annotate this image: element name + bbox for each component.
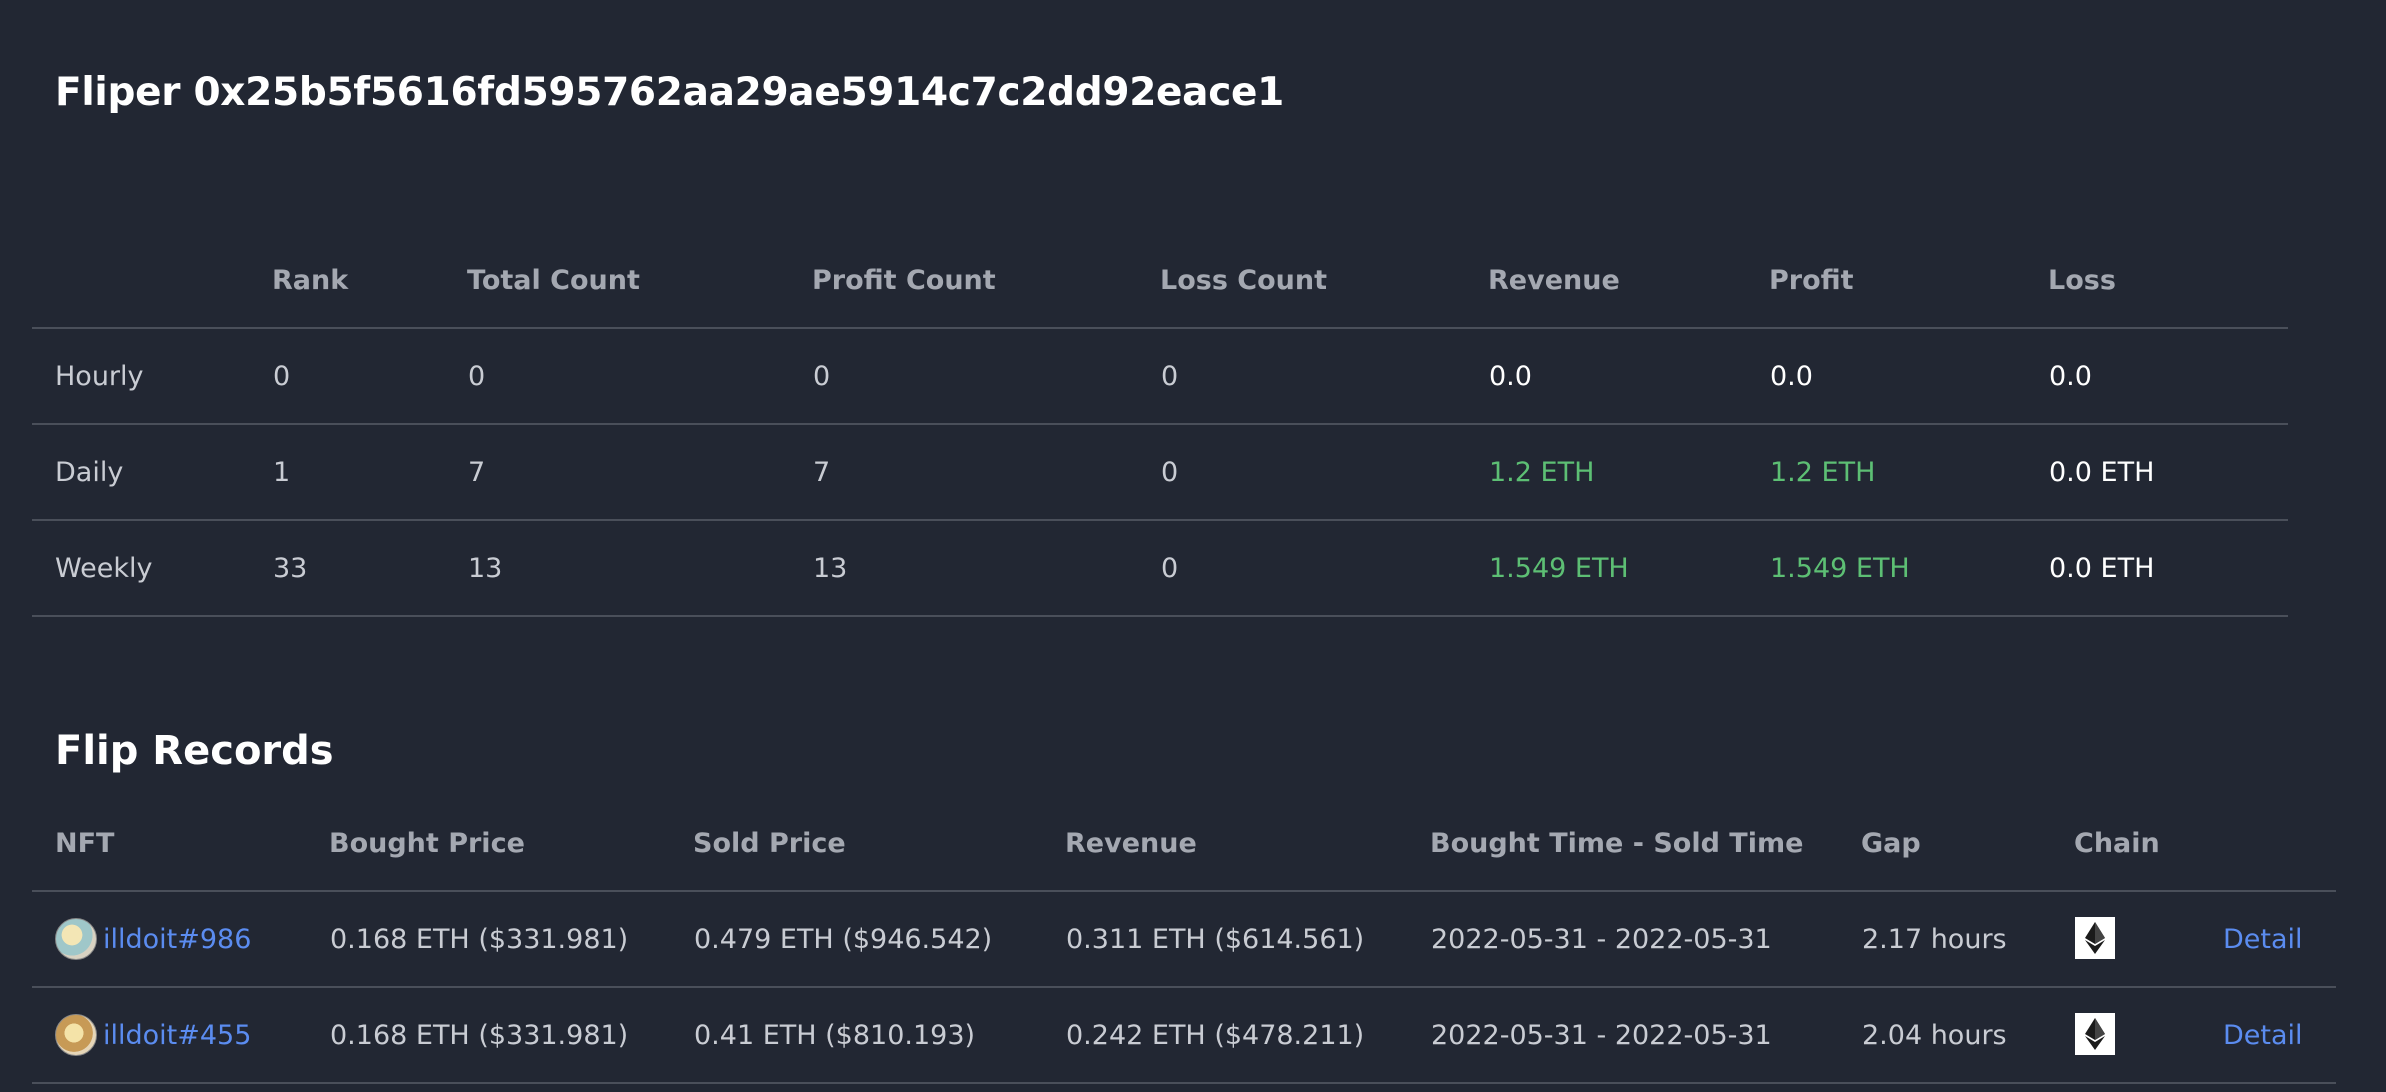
stats-profit-count: 0	[812, 327, 1160, 424]
detail-link[interactable]: Detail	[2222, 986, 2336, 1084]
stats-col-total-count: Total Count	[467, 264, 640, 296]
stats-rank: 33	[272, 519, 467, 617]
stats-header-row: Rank Total Count Profit Count Loss Count…	[32, 233, 2288, 328]
bought-price: 0.168 ETH ($331.981)	[329, 986, 693, 1084]
records-col-bought-price: Bought Price	[329, 827, 525, 859]
stats-rank: 1	[272, 423, 467, 520]
stats-col-profit-count: Profit Count	[812, 264, 996, 296]
stats-profit: 1.2 ETH	[1769, 423, 2048, 520]
stats-rank: 0	[272, 327, 467, 424]
records-col-action	[2222, 796, 2336, 891]
revenue: 0.311 ETH ($614.561)	[1065, 890, 1430, 987]
stats-profit: 0.0	[1769, 327, 2048, 424]
stats-profit: 1.549 ETH	[1769, 519, 2048, 617]
stats-revenue: 1.2 ETH	[1488, 423, 1769, 520]
gap: 2.17 hours	[1861, 890, 2074, 987]
stats-total-count: 0	[467, 327, 812, 424]
records-col-sold-price: Sold Price	[693, 827, 846, 859]
ethereum-icon	[2075, 1013, 2115, 1055]
stats-period: Hourly	[32, 327, 272, 424]
revenue: 0.242 ETH ($478.211)	[1065, 986, 1430, 1084]
stats-table: Rank Total Count Profit Count Loss Count…	[32, 233, 2288, 617]
stats-col-profit: Profit	[1769, 264, 1854, 296]
stats-row-daily: Daily 1 7 7 0 1.2 ETH 1.2 ETH 0.0 ETH	[32, 423, 2288, 520]
stats-loss-count: 0	[1160, 423, 1488, 520]
flip-records-table: NFT Bought Price Sold Price Revenue Boug…	[32, 796, 2336, 1084]
records-col-revenue: Revenue	[1065, 827, 1197, 859]
stats-period: Weekly	[32, 519, 272, 617]
nft-avatar[interactable]	[55, 918, 97, 960]
stats-profit-count: 13	[812, 519, 1160, 617]
stats-total-count: 7	[467, 423, 812, 520]
bought-sold-time: 2022-05-31 - 2022-05-31	[1430, 890, 1861, 987]
stats-loss-count: 0	[1160, 519, 1488, 617]
page-title: Fliper 0x25b5f5616fd595762aa29ae5914c7c2…	[55, 70, 1284, 115]
stats-col-loss: Loss	[2048, 264, 2116, 296]
table-row: illdoit#986 0.168 ETH ($331.981) 0.479 E…	[32, 890, 2336, 987]
chain-cell	[2074, 986, 2222, 1084]
chain-cell	[2074, 890, 2222, 987]
stats-loss: 0.0 ETH	[2048, 423, 2288, 520]
stats-col-loss-count: Loss Count	[1160, 264, 1328, 296]
records-col-gap: Gap	[1861, 827, 1921, 859]
flip-records-title: Flip Records	[55, 728, 334, 774]
stats-loss: 0.0	[2048, 327, 2288, 424]
stats-row-weekly: Weekly 33 13 13 0 1.549 ETH 1.549 ETH 0.…	[32, 519, 2288, 617]
gap: 2.04 hours	[1861, 986, 2074, 1084]
detail-link[interactable]: Detail	[2222, 890, 2336, 987]
stats-col-period	[32, 233, 272, 328]
stats-row-hourly: Hourly 0 0 0 0 0.0 0.0 0.0	[32, 327, 2288, 424]
stats-col-revenue: Revenue	[1488, 264, 1620, 296]
stats-revenue: 0.0	[1488, 327, 1769, 424]
records-col-nft: NFT	[55, 827, 115, 859]
stats-loss-count: 0	[1160, 327, 1488, 424]
records-col-chain: Chain	[2074, 827, 2160, 859]
nft-avatar[interactable]	[55, 1014, 97, 1056]
stats-total-count: 13	[467, 519, 812, 617]
table-row: illdoit#455 0.168 ETH ($331.981) 0.41 ET…	[32, 986, 2336, 1084]
ethereum-icon	[2075, 917, 2115, 959]
bought-price: 0.168 ETH ($331.981)	[329, 890, 693, 987]
sold-price: 0.479 ETH ($946.542)	[693, 890, 1065, 987]
stats-period: Daily	[32, 423, 272, 520]
nft-cell: illdoit#986	[32, 890, 329, 987]
stats-profit-count: 7	[812, 423, 1160, 520]
sold-price: 0.41 ETH ($810.193)	[693, 986, 1065, 1084]
records-col-time: Bought Time - Sold Time	[1430, 827, 1804, 859]
stats-col-rank: Rank	[272, 264, 349, 296]
nft-cell: illdoit#455	[32, 986, 329, 1084]
stats-loss: 0.0 ETH	[2048, 519, 2288, 617]
nft-link[interactable]: illdoit#455	[103, 1020, 251, 1051]
nft-link[interactable]: illdoit#986	[103, 924, 251, 955]
stats-revenue: 1.549 ETH	[1488, 519, 1769, 617]
records-header-row: NFT Bought Price Sold Price Revenue Boug…	[32, 796, 2336, 891]
bought-sold-time: 2022-05-31 - 2022-05-31	[1430, 986, 1861, 1084]
